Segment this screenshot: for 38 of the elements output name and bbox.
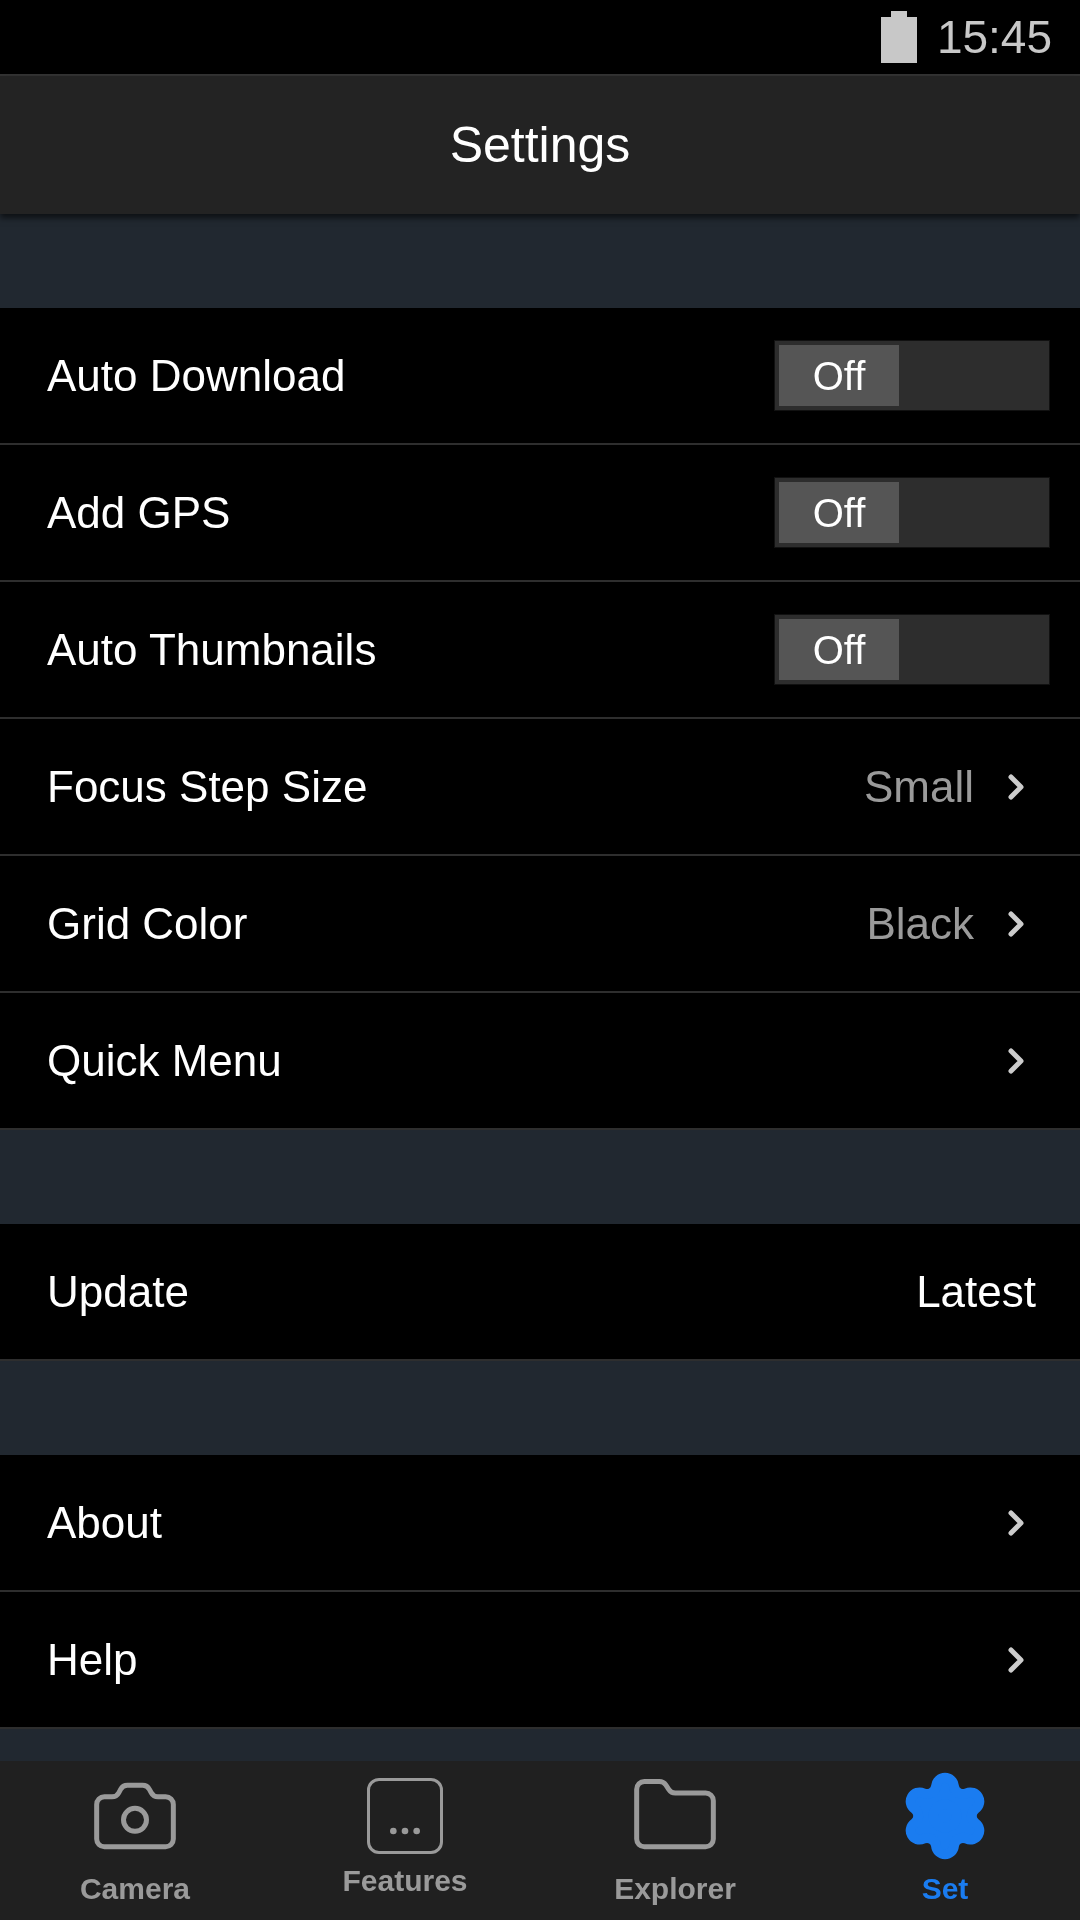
settings-row[interactable]: Auto Download Off [0,308,1080,445]
battery-icon [880,11,917,63]
status-time: 15:45 [936,9,1052,65]
tab-label: Set [921,1871,969,1907]
settings-row[interactable]: Add GPS Off [0,445,1080,582]
setting-value: Black [866,897,974,950]
setting-label: Update [47,1265,190,1318]
tab-label: Explorer [614,1871,736,1907]
header-title: Settings [449,115,631,175]
setting-label: About [47,1496,163,1549]
settings-row[interactable]: About [0,1455,1080,1592]
setting-value: Small [863,760,974,813]
toggle-switch[interactable]: Off [774,614,1050,685]
toggle-state-label: Off [812,352,866,400]
toggle-switch[interactable]: Off [774,340,1050,411]
toggle-state-label: Off [812,489,866,537]
settings-row[interactable]: Quick Menu [0,993,1080,1130]
setting-label: Help [47,1633,139,1686]
tab-item[interactable]: Features [270,1761,540,1920]
toggle-state-label: Off [812,626,866,674]
setting-label: Quick Menu [47,1034,283,1087]
toggle-switch[interactable]: Off [774,477,1050,548]
settings-row[interactable]: Focus Step Size Small [0,719,1080,856]
tab-item[interactable]: Camera [0,1761,270,1920]
tab-label: Features [342,1863,468,1899]
settings-row[interactable]: Auto Thumbnails Off [0,582,1080,719]
setting-label: Focus Step Size [47,760,369,813]
tab-item[interactable]: Set [810,1761,1080,1920]
ellipsis-icon [367,1778,443,1854]
settings-row[interactable]: Help [0,1592,1080,1729]
setting-label: Auto Thumbnails [47,623,378,676]
setting-value: Latest [916,1265,1036,1318]
settings-row[interactable]: Grid Color Black [0,856,1080,993]
tab-item[interactable]: Explorer [540,1761,810,1920]
tab-label: Camera [79,1871,191,1907]
setting-label: Add GPS [47,486,232,539]
setting-label: Grid Color [47,897,249,950]
setting-label: Auto Download [47,349,347,402]
